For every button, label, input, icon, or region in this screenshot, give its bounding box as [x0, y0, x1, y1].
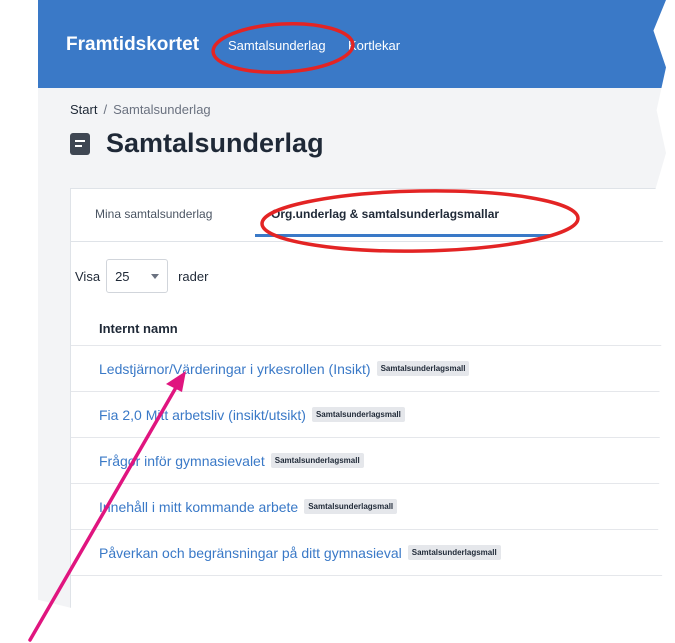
table-row: Fia 2,0 Mitt arbetsliv (insikt/utsikt) S…: [71, 391, 666, 437]
table-row: Frågor inför gymnasievalet Samtalsunderl…: [71, 437, 666, 483]
brand-logo-text[interactable]: Framtidskortet: [66, 34, 199, 56]
template-badge: Samtalsunderlagsmall: [270, 453, 364, 468]
chevron-down-icon: [151, 273, 160, 279]
breadcrumb-separator: /: [103, 102, 108, 117]
page-size-select[interactable]: 25: [106, 259, 169, 293]
tab-bar: Mina samtalsunderlag Org.underlag & samt…: [71, 189, 666, 242]
top-navbar: Framtidskortet Samtalsunderlag Kortlekar: [38, 0, 666, 88]
row-link[interactable]: Påverkan och begränsningar på ditt gymna…: [99, 545, 402, 561]
row-link[interactable]: Innehåll i mitt kommande arbete: [99, 499, 298, 515]
table-row: Påverkan och begränsningar på ditt gymna…: [71, 529, 666, 575]
page-size-control: Visa 25 rader: [75, 259, 208, 293]
template-badge: Samtalsunderlagsmall: [407, 545, 501, 560]
template-badge: Samtalsunderlagsmall: [311, 407, 405, 422]
page-size-value: 25: [115, 268, 130, 284]
template-badge: Samtalsunderlagsmall: [376, 361, 470, 376]
table-row: [71, 575, 666, 612]
tab-org-underlag[interactable]: Org.underlag & samtalsunderlagsmallar: [255, 207, 551, 237]
page-title: Samtalsunderlag: [106, 128, 324, 158]
row-link[interactable]: Fia 2,0 Mitt arbetsliv (insikt/utsikt): [99, 407, 306, 423]
screenshot: Framtidskortet Samtalsunderlag Kortlekar…: [0, 0, 675, 643]
content-card: Mina samtalsunderlag Org.underlag & samt…: [70, 188, 666, 612]
breadcrumb-start[interactable]: Start: [70, 102, 97, 117]
template-badge: Samtalsunderlagsmall: [304, 499, 398, 514]
rows-label: rader: [178, 268, 209, 284]
document-icon: [70, 132, 90, 155]
show-label: Visa: [75, 268, 101, 284]
breadcrumb: Start / Samtalsunderlag: [70, 102, 211, 117]
table-body: Ledstjärnor/Värderingar i yrkesrollen (I…: [71, 345, 666, 612]
table-row: Ledstjärnor/Värderingar i yrkesrollen (I…: [71, 345, 666, 391]
nav-kortlekar[interactable]: Kortlekar: [348, 38, 400, 53]
table-row: Innehåll i mitt kommande arbete Samtalsu…: [71, 483, 666, 529]
app-window: Framtidskortet Samtalsunderlag Kortlekar…: [38, 0, 666, 612]
row-link[interactable]: Frågor inför gymnasievalet: [99, 453, 265, 469]
page-title-row: Samtalsunderlag: [70, 128, 324, 159]
nav-samtalsunderlag[interactable]: Samtalsunderlag: [228, 38, 326, 53]
tab-mina-samtalsunderlag[interactable]: Mina samtalsunderlag: [95, 207, 212, 221]
row-link[interactable]: Ledstjärnor/Värderingar i yrkesrollen (I…: [99, 361, 371, 377]
column-header-internt-namn[interactable]: Internt namn: [99, 321, 178, 336]
breadcrumb-current: Samtalsunderlag: [113, 102, 211, 117]
tab-org-underlag-label: Org.underlag & samtalsunderlagsmallar: [271, 207, 500, 221]
